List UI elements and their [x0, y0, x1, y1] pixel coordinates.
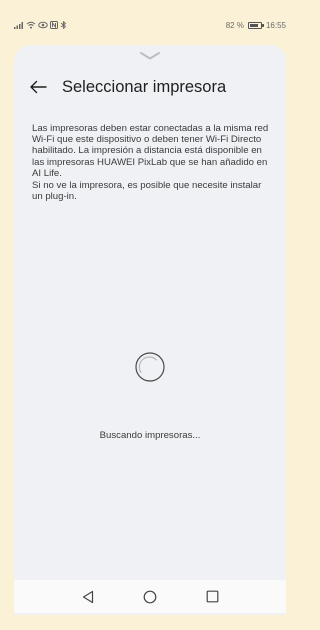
nav-back-button[interactable]	[80, 589, 96, 605]
arrow-left-icon	[30, 80, 47, 94]
printer-selection-sheet: Seleccionar impresora Las impresoras deb…	[14, 45, 286, 615]
navigation-bar	[14, 580, 286, 613]
description-paragraph-plugin: Si no ve la impresora, es posible que ne…	[32, 180, 262, 203]
page-title: Seleccionar impresora	[62, 77, 227, 96]
status-bar: 82 % 16:55	[14, 0, 286, 50]
nav-recents-button[interactable]	[204, 589, 220, 605]
wifi-icon	[26, 21, 36, 29]
screen: 82 % 16:55 Seleccionar impresora Las imp…	[0, 0, 300, 630]
home-circle-icon	[143, 590, 157, 603]
recents-square-icon	[206, 590, 218, 603]
loading-spinner-icon	[135, 352, 165, 382]
signal-icon	[14, 22, 23, 29]
bluetooth-icon	[60, 21, 67, 29]
battery-icon	[247, 21, 264, 29]
battery-fill	[249, 23, 259, 27]
description-paragraph: Las impresoras deben estar conectadas a …	[32, 123, 269, 179]
header: Seleccionar impresora	[28, 73, 272, 101]
searching-status: Buscando impresoras...	[99, 430, 201, 441]
description: Las impresoras deben estar conectadas a …	[32, 123, 272, 202]
battery-percent: 82 %	[225, 20, 244, 30]
nav-home-button[interactable]	[142, 589, 158, 605]
back-triangle-icon	[82, 590, 94, 603]
clock: 16:55	[265, 20, 286, 30]
nfc-icon	[50, 21, 58, 29]
status-icons-left	[14, 21, 67, 29]
status-icons-right: 82 % 16:55	[226, 21, 286, 30]
eye-comfort-icon	[38, 21, 48, 29]
back-button[interactable]	[28, 77, 48, 97]
chevron-down-icon[interactable]	[139, 51, 161, 61]
